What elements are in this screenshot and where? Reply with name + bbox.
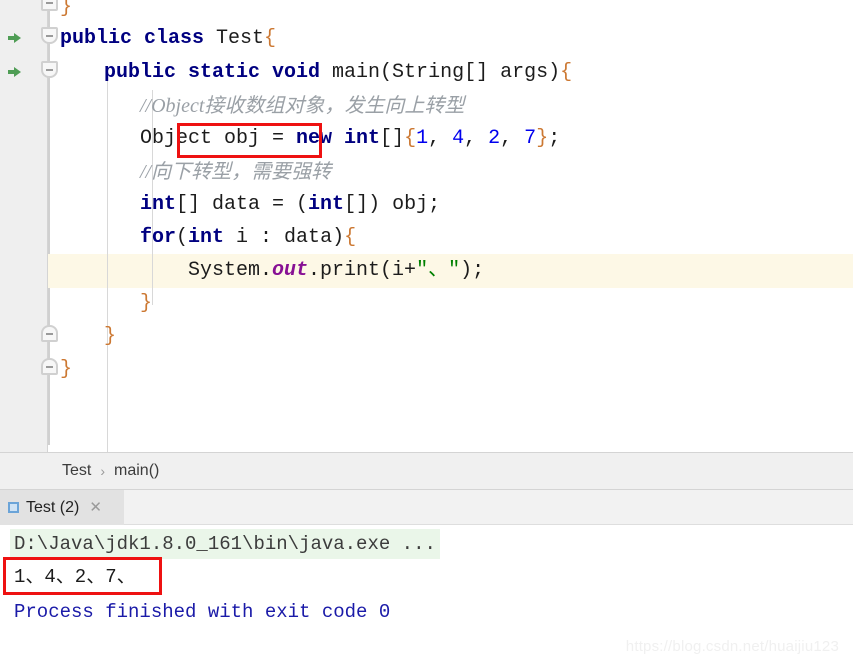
watermark: https://blog.csdn.net/huaijiu123 xyxy=(625,638,839,655)
code-line-11[interactable]: } xyxy=(60,353,72,387)
code-token: int xyxy=(188,226,225,249)
console-command-line: D:\Java\jdk1.8.0_161\bin\java.exe ... xyxy=(10,529,440,559)
code-folding-rail[interactable] xyxy=(0,0,58,452)
code-line-2[interactable]: public static void main(String[] args){ xyxy=(104,56,572,90)
code-token: //Object接收数组对象，发生向上转型 xyxy=(140,95,465,117)
code-line-5[interactable]: //向下转型，需要强转 xyxy=(140,155,331,189)
code-line-4[interactable]: Object obj = new int[]{1, 4, 2, 7}; xyxy=(140,122,560,156)
code-token: public class xyxy=(60,27,217,50)
code-token: ( xyxy=(176,226,189,249)
code-token: } xyxy=(140,292,153,315)
code-token: ); xyxy=(460,259,485,282)
code-token: public static void xyxy=(104,61,333,84)
code-token: out xyxy=(272,259,309,282)
code-token: [] xyxy=(380,127,405,150)
close-icon[interactable]: ✕ xyxy=(89,500,102,515)
run-configuration-icon xyxy=(8,502,19,513)
code-token: int xyxy=(140,193,177,216)
breadcrumb[interactable]: Test › main() xyxy=(0,452,853,490)
code-token: new int xyxy=(296,127,381,150)
code-token: , xyxy=(428,127,453,150)
code-token: } xyxy=(104,325,117,348)
indent-guide-0 xyxy=(107,74,108,452)
code-line-3[interactable]: //Object接收数组对象，发生向上转型 xyxy=(140,89,464,123)
code-text-area[interactable]: } public class Test{public static void ma… xyxy=(48,0,853,452)
code-token: "、" xyxy=(416,259,461,282)
run-gutter-arrow-class[interactable] xyxy=(8,33,21,43)
console-program-output: 1、4、2、7、 xyxy=(14,566,136,588)
code-token: , xyxy=(464,127,489,150)
code-token: main(String[] args) xyxy=(332,61,561,84)
code-token: { xyxy=(264,27,277,50)
code-token: System. xyxy=(188,259,273,282)
code-token: int xyxy=(308,193,345,216)
code-token: //向下转型，需要强转 xyxy=(140,161,332,183)
code-token: { xyxy=(344,226,357,249)
run-gutter-arrow-method[interactable] xyxy=(8,67,21,77)
breadcrumb-item-class[interactable]: Test xyxy=(62,462,91,480)
code-token: 7 xyxy=(524,127,537,150)
code-token: } xyxy=(536,127,549,150)
code-token: ; xyxy=(548,127,561,150)
code-editor-pane[interactable]: } public class Test{public static void ma… xyxy=(0,0,853,452)
code-line-7[interactable]: for(int i : data){ xyxy=(140,221,356,255)
code-line-6[interactable]: int[] data = (int[]) obj; xyxy=(140,188,440,222)
code-token: } xyxy=(60,0,73,19)
run-tab-label: Test (2) xyxy=(26,498,80,516)
breadcrumb-item-method[interactable]: main() xyxy=(114,462,159,480)
code-token: 2 xyxy=(488,127,501,150)
code-token: Object obj = xyxy=(140,127,297,150)
code-token: } xyxy=(60,358,73,381)
code-token: { xyxy=(404,127,417,150)
code-token: Test xyxy=(216,27,265,50)
chevron-right-icon: › xyxy=(100,463,106,479)
code-token: , xyxy=(500,127,525,150)
console-exit-line: Process finished with exit code 0 xyxy=(14,601,391,623)
code-line-10[interactable]: } xyxy=(104,320,116,354)
code-line-1[interactable]: public class Test{ xyxy=(60,22,276,56)
code-token: for xyxy=(140,226,177,249)
code-token: [] data = ( xyxy=(176,193,309,216)
code-token: .print(i+ xyxy=(308,259,417,282)
code-token: 4 xyxy=(452,127,465,150)
code-line-8[interactable]: System.out.print(i+"、"); xyxy=(188,254,484,288)
code-token: []) obj; xyxy=(344,193,441,216)
code-token: { xyxy=(560,61,573,84)
run-tab-strip[interactable]: Test (2) ✕ xyxy=(0,490,853,525)
code-token: i : data) xyxy=(224,226,345,249)
code-token: 1 xyxy=(416,127,429,150)
code-line-9[interactable]: } xyxy=(140,287,152,321)
run-tab-test[interactable]: Test (2) ✕ xyxy=(0,490,124,525)
